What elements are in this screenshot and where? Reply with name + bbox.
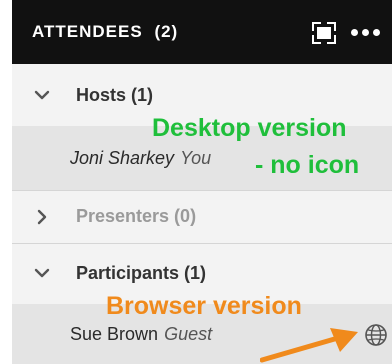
attendee-name-text: Sue Brown <box>70 324 159 344</box>
group-label-presenters: Presenters (0) <box>76 206 197 226</box>
fullscreen-icon[interactable] <box>312 22 336 44</box>
attendee-name-sue: Sue Brown Guest <box>70 324 212 345</box>
attendee-name-text: Joni Sharkey <box>70 148 175 168</box>
attendee-role: You <box>180 148 212 168</box>
attendee-role: Guest <box>164 324 213 344</box>
header-title-text: ATTENDEES <box>32 22 143 41</box>
group-row-presenters[interactable]: Presenters (0) <box>12 191 392 243</box>
more-options-icon[interactable] <box>351 29 380 37</box>
attendees-pod: ATTENDEES (2) Hosts (1) Joni SharkeyYou <box>0 0 392 364</box>
attendee-name-joni: Joni Sharkey You <box>70 148 211 169</box>
group-label-participants: Participants (1) <box>76 263 207 283</box>
group-label-hosts: Hosts (1) <box>76 85 154 105</box>
annotation-browser: Browser version <box>106 292 302 320</box>
annotation-arrow-icon <box>260 328 358 363</box>
attendees-header: ATTENDEES (2) <box>12 0 392 64</box>
chevron-right-icon <box>37 209 47 225</box>
attendee-count: (2) <box>154 22 179 41</box>
annotation-desktop-line2: - no icon <box>255 151 360 179</box>
chevron-down-icon <box>34 90 50 100</box>
header-title: ATTENDEES (2) <box>32 22 178 42</box>
annotation-desktop-line1: Desktop version <box>152 114 347 142</box>
chevron-down-icon <box>34 268 50 278</box>
